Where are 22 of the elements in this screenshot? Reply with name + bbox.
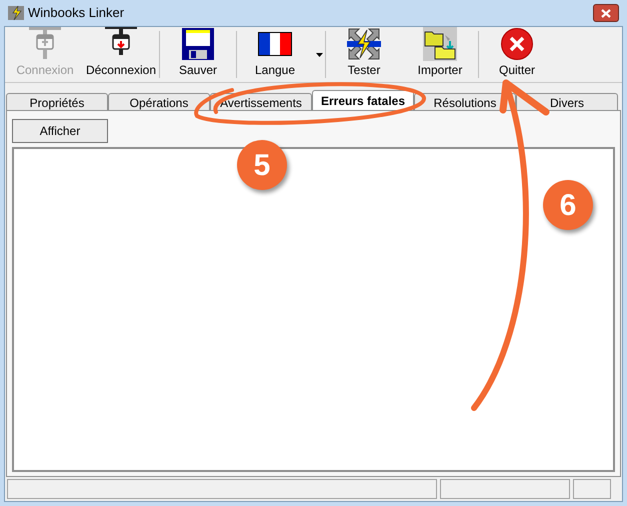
close-icon [500, 27, 534, 61]
status-panel [573, 479, 611, 499]
display-button[interactable]: Afficher [12, 119, 108, 143]
close-icon [601, 8, 611, 18]
close-button[interactable] [593, 4, 619, 22]
tab[interactable]: Propriétés [6, 93, 108, 110]
plug-icon [28, 25, 62, 61]
window-title: Winbooks Linker [28, 4, 124, 22]
toolbar-button[interactable]: Importer [402, 27, 478, 82]
app-icon [8, 5, 24, 21]
tab[interactable]: Erreurs fatales [312, 90, 414, 110]
list-box[interactable] [12, 147, 615, 472]
toolbar-button[interactable]: Quitter [479, 27, 555, 82]
folders-icon [423, 27, 457, 61]
toolbar-button[interactable]: Déconnexion [83, 27, 159, 82]
toolbar-button[interactable]: Sauver [160, 27, 236, 82]
lightning-arrows-icon [347, 27, 381, 61]
flag-icon [258, 32, 292, 56]
toolbar-button[interactable]: Langue [237, 27, 313, 82]
tab[interactable]: Opérations [108, 93, 210, 110]
toolbar-button[interactable]: Tester [326, 27, 402, 82]
caret-icon [316, 52, 322, 56]
